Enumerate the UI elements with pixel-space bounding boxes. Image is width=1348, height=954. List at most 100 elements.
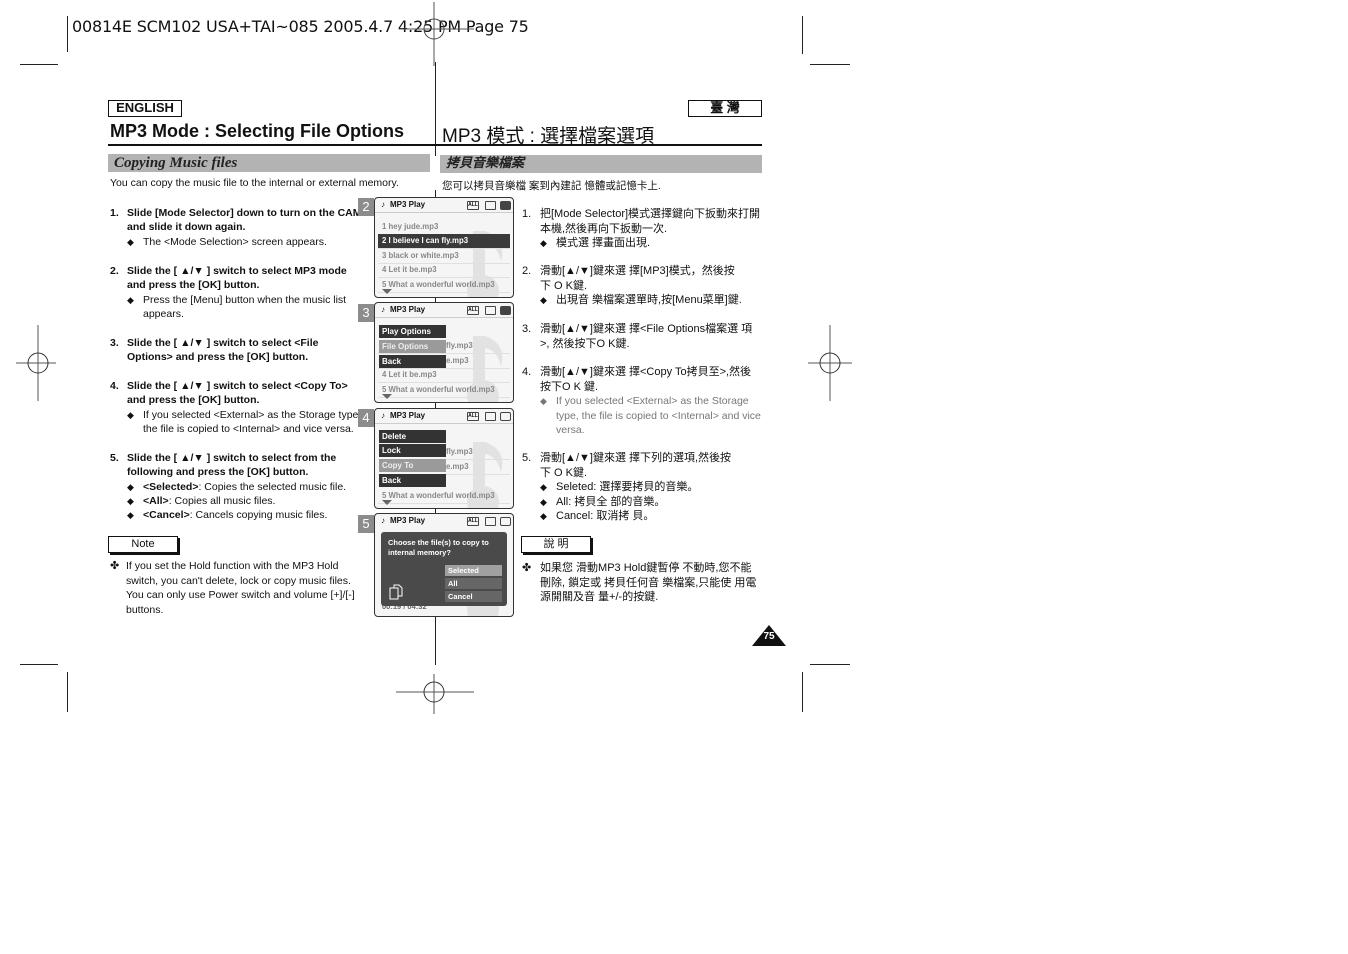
dialog-option-selected[interactable]: Selected — [445, 565, 502, 576]
registration-mark-right — [808, 325, 852, 401]
list-item[interactable]: 5 What a wonderful world.mp3 — [378, 278, 510, 293]
title-rule — [108, 144, 436, 146]
list-item[interactable]: 5 What a wonderful world.mp3 — [378, 383, 510, 398]
device-screen-copy-dialog: ♪ MP3 Play ALL 00:19 / 04:32 Choose the … — [374, 513, 514, 617]
music-note-icon: ♪ — [381, 200, 385, 209]
card-icon — [485, 201, 496, 210]
dialog-option-cancel[interactable]: Cancel — [445, 591, 502, 602]
dialog-option-all[interactable]: All — [445, 578, 502, 589]
step-4: 4. Slide the [ ▲/▼ ] switch to select <C… — [110, 380, 362, 435]
title-rule — [436, 144, 762, 146]
menu-item-delete[interactable]: Delete — [379, 430, 446, 443]
section-heading-english: Copying Music files — [108, 154, 430, 172]
card-icon — [485, 306, 496, 315]
step-1: 1. Slide [Mode Selector] down to turn on… — [110, 207, 362, 248]
screen-step-number: 5 — [358, 515, 374, 533]
scroll-down-icon[interactable] — [382, 289, 392, 294]
card-icon — [485, 517, 496, 526]
menu-item-lock[interactable]: Lock — [379, 444, 446, 457]
crop-mark — [802, 672, 803, 712]
language-label-chinese: 臺 灣 — [688, 100, 762, 117]
crop-mark — [67, 672, 68, 712]
note-text-english: ✤ If you set the Hold function with the … — [110, 560, 355, 616]
page-title-english: MP3 Mode : Selecting File Options — [110, 121, 405, 141]
step-5: 5. Slide the [ ▲/▼ ] switch to select fr… — [110, 451, 362, 522]
repeat-all-icon: ALL — [467, 201, 479, 210]
page-number: 75 — [763, 631, 775, 642]
step-5-zh: 5. 滑動[▲/▼]鍵來選 擇下列的選項,然後按下 O K鍵. ◆ Seleted… — [522, 452, 732, 522]
dialog-question: Choose the file(s) to copy to internal m… — [388, 538, 489, 557]
repeat-all-icon: ALL — [467, 412, 479, 421]
list-item[interactable]: 4 Let it be.mp3 — [378, 368, 510, 383]
registration-mark-bottom — [396, 674, 474, 714]
scroll-down-icon[interactable] — [382, 500, 392, 505]
diamond-icon: ◆ — [540, 396, 547, 406]
menu-item-back[interactable]: Back — [379, 355, 446, 368]
crop-mark — [20, 64, 58, 65]
card-icon — [485, 412, 496, 421]
crop-mark — [802, 16, 803, 54]
option-selected: ◆ <Selected>: Copies the selected music f… — [127, 480, 347, 493]
battery-icon — [500, 517, 511, 526]
diamond-icon: ◆ — [540, 496, 547, 507]
device-screen-music-list: ♪ MP3 Play ALL 1 hey jude.mp3 2 I believ… — [374, 197, 514, 298]
diamond-icon: ◆ — [127, 409, 134, 420]
step-1-zh: 1. 把[Mode Selector]模式選擇鍵向下扳動來打開本機,然後再向下扳… — [522, 208, 761, 249]
menu-item-file-options[interactable]: File Options — [379, 340, 446, 353]
crop-mark — [67, 16, 68, 52]
list-item[interactable]: 1 hey jude.mp3 — [378, 220, 510, 235]
step-bullet: ◆ The <Mode Selection> screen appears. — [127, 235, 327, 248]
diamond-icon: ◆ — [127, 294, 134, 305]
list-item[interactable]: 4 Let it be.mp3 — [378, 263, 510, 278]
step-2: 2. Slide the [ ▲/▼ ] switch to select MP… — [110, 264, 362, 321]
diamond-icon: ◆ — [540, 482, 547, 492]
diamond-icon: ◆ — [540, 238, 547, 248]
note-text-chinese: ✤ 如果您 滑動MP3 Hold鍵暫停 不動時,您不能 刪除, 鎖定或 拷貝任何… — [522, 562, 757, 603]
diamond-icon: ◆ — [127, 495, 134, 506]
repeat-all-icon: ALL — [467, 517, 479, 526]
diamond-icon: ◆ — [127, 481, 134, 492]
intro-text-english: You can copy the music file to the inter… — [110, 177, 399, 189]
device-screen-file-options: ♪ MP3 Play ALL fly.mp3 e.mp3 5 What a wo… — [374, 408, 514, 509]
screen-header: ♪ MP3 Play ALL — [375, 514, 513, 528]
menu-item-copy-to[interactable]: Copy To — [379, 459, 446, 472]
list-item-selected[interactable]: 2 I believe I can fly.mp3 — [378, 234, 510, 249]
cross-bullet-icon: ✤ — [522, 562, 532, 574]
copy-files-icon — [389, 584, 403, 600]
step-4-zh: 4. 滑動[▲/▼]鍵來選 擇<Copy To拷貝至>,然後按下O K 鍵. ◆… — [522, 366, 761, 436]
diamond-icon: ◆ — [127, 236, 134, 247]
battery-icon — [500, 306, 511, 315]
list-item[interactable]: 5 What a wonderful world.mp3 — [378, 489, 510, 504]
diamond-icon: ◆ — [540, 295, 547, 305]
music-note-icon: ♪ — [381, 305, 385, 314]
menu-item-play-options[interactable]: Play Options — [379, 325, 446, 338]
screen-step-number: 4 — [358, 409, 374, 427]
intro-text-chinese: 您可以拷貝音樂檔 案到內建記 憶體或記憶卡上. — [442, 180, 661, 192]
step-bullet: ◆ If you selected <External> as the Stora… — [127, 408, 362, 435]
cross-bullet-icon: ✤ — [110, 560, 120, 572]
menu-item-back[interactable]: Back — [379, 474, 446, 487]
fold-line — [435, 62, 436, 156]
step-2-zh: 2. 滑動[▲/▼]鍵來選 擇[MP3]模式，然後按下 O K鍵. ◆ 出現音 樂… — [522, 265, 742, 306]
battery-icon — [500, 201, 511, 210]
screen-header: ♪ MP3 Play ALL — [375, 198, 513, 213]
copy-dialog: Choose the file(s) to copy to internal m… — [381, 532, 507, 606]
screen-step-number: 3 — [358, 304, 374, 322]
option-all: ◆ <All>: Copies all music files. — [127, 494, 276, 507]
crop-mark — [20, 664, 58, 665]
scroll-down-icon[interactable] — [382, 394, 392, 399]
battery-icon — [500, 412, 511, 421]
step-3: 3. Slide the [ ▲/▼ ] switch to select <F… — [110, 337, 319, 364]
section-heading-chinese: 拷貝音樂檔案 — [440, 155, 762, 173]
note-label-chinese: 說 明 — [521, 536, 591, 553]
list-item[interactable]: 3 black or white.mp3 — [378, 249, 510, 264]
screen-step-number: 2 — [358, 198, 374, 216]
screen-header: ♪ MP3 Play ALL — [375, 409, 513, 424]
registration-mark-left — [16, 325, 56, 401]
step-bullet: ◆ Press the [Menu] button when the music … — [127, 293, 347, 320]
language-label-english: ENGLISH — [108, 100, 182, 117]
device-screen-menu: ♪ MP3 Play ALL fly.mp3 e.mp3 4 Let it be… — [374, 302, 514, 403]
step-3-zh: 3. 滑動[▲/▼]鍵來選 擇<File Options檔案選 項>, 然後按下… — [522, 323, 753, 350]
registration-mark-top — [400, 2, 474, 66]
repeat-all-icon: ALL — [467, 306, 479, 315]
